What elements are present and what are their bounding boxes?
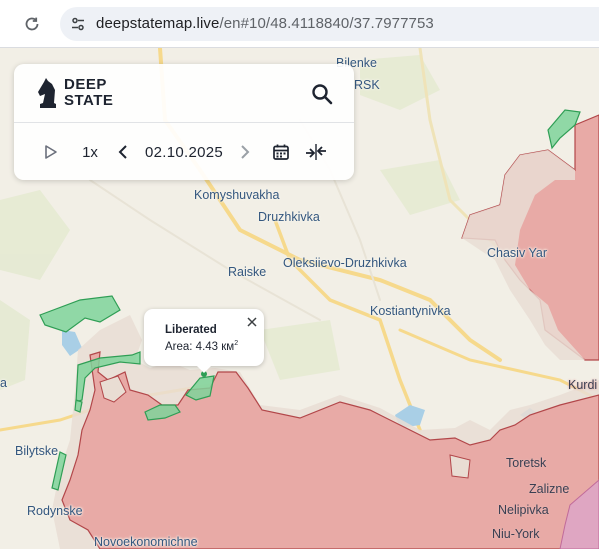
next-date-button[interactable] [236, 138, 254, 166]
area-popup: Liberated Area: 4.43 км2 [144, 309, 264, 373]
panel-divider [14, 122, 354, 123]
calendar-icon [273, 144, 289, 160]
place-kurdi: Kurdi [568, 378, 598, 392]
place-toretsk: Toretsk [506, 456, 547, 470]
play-button[interactable] [40, 138, 62, 166]
place-novoekonomichne: Novoekonomichne [94, 535, 198, 549]
logo-line-1: DEEP [64, 76, 107, 93]
logo-line-2: STATE [64, 92, 114, 109]
close-icon [247, 317, 257, 327]
place-oleksiievo-druzhkivka: Oleksiievo-Druzhkivka [283, 256, 407, 270]
logo-text: DEEP STATE [64, 77, 124, 109]
play-icon [45, 145, 57, 159]
place-druzhkivka: Druzhkivka [258, 210, 320, 224]
url-domain: deepstatemap.live [96, 15, 220, 32]
place-rodynske: Rodynske [27, 504, 83, 518]
search-button[interactable] [310, 82, 334, 106]
reload-icon [25, 17, 39, 31]
popup-area-label: Area: 4.43 км [165, 340, 235, 353]
url-path: /en#10/48.4118840/37.7977753 [219, 15, 434, 32]
place-raiske: Raiske [228, 265, 267, 279]
chevron-right-icon [241, 145, 250, 159]
deepstate-logo[interactable]: DEEP STATE [36, 76, 124, 110]
current-date[interactable]: 02.10.2025 [144, 138, 224, 166]
search-icon [312, 84, 333, 105]
popup-area-text: Area: 4.43 км2 [165, 340, 238, 353]
url-text: deepstatemap.live/en#10/48.4118840/37.79… [96, 15, 434, 32]
popup-area-sup: 2 [234, 340, 239, 347]
place-niu-york: Niu-York [492, 527, 540, 541]
place-chasiv-yar: Chasiv Yar [487, 246, 547, 260]
chevron-left-icon [118, 145, 127, 159]
place-nelipivka: Nelipivka [498, 503, 549, 517]
speed-button[interactable]: 1x [76, 138, 104, 166]
knight-icon [38, 78, 56, 108]
compare-arrows-icon [306, 144, 326, 160]
calendar-button[interactable] [270, 138, 292, 166]
place-komyshuvakha: Komyshuvakha [194, 188, 280, 202]
place-bilytske: Bilytske [15, 444, 59, 458]
control-panel: DEEP STATE 1x 02.10.2025 [14, 64, 354, 180]
browser-toolbar: deepstatemap.live/en#10/48.4118840/37.79… [0, 0, 599, 48]
compare-button[interactable] [304, 138, 328, 166]
address-bar[interactable]: deepstatemap.live/en#10/48.4118840/37.79… [60, 7, 599, 41]
place-edge-label: a [0, 376, 7, 390]
place-kostiantynivka: Kostiantynivka [370, 304, 451, 318]
reload-button[interactable] [20, 12, 44, 36]
tune-icon [72, 17, 84, 31]
place-zalizne: Zalizne [529, 482, 570, 496]
timeline-controls: 1x 02.10.2025 [14, 124, 354, 180]
popup-close-button[interactable] [245, 315, 259, 329]
site-info-button[interactable] [68, 14, 88, 34]
place-rsk: RSK [354, 78, 380, 92]
popup-title: Liberated [165, 324, 217, 336]
previous-date-button[interactable] [114, 138, 132, 166]
